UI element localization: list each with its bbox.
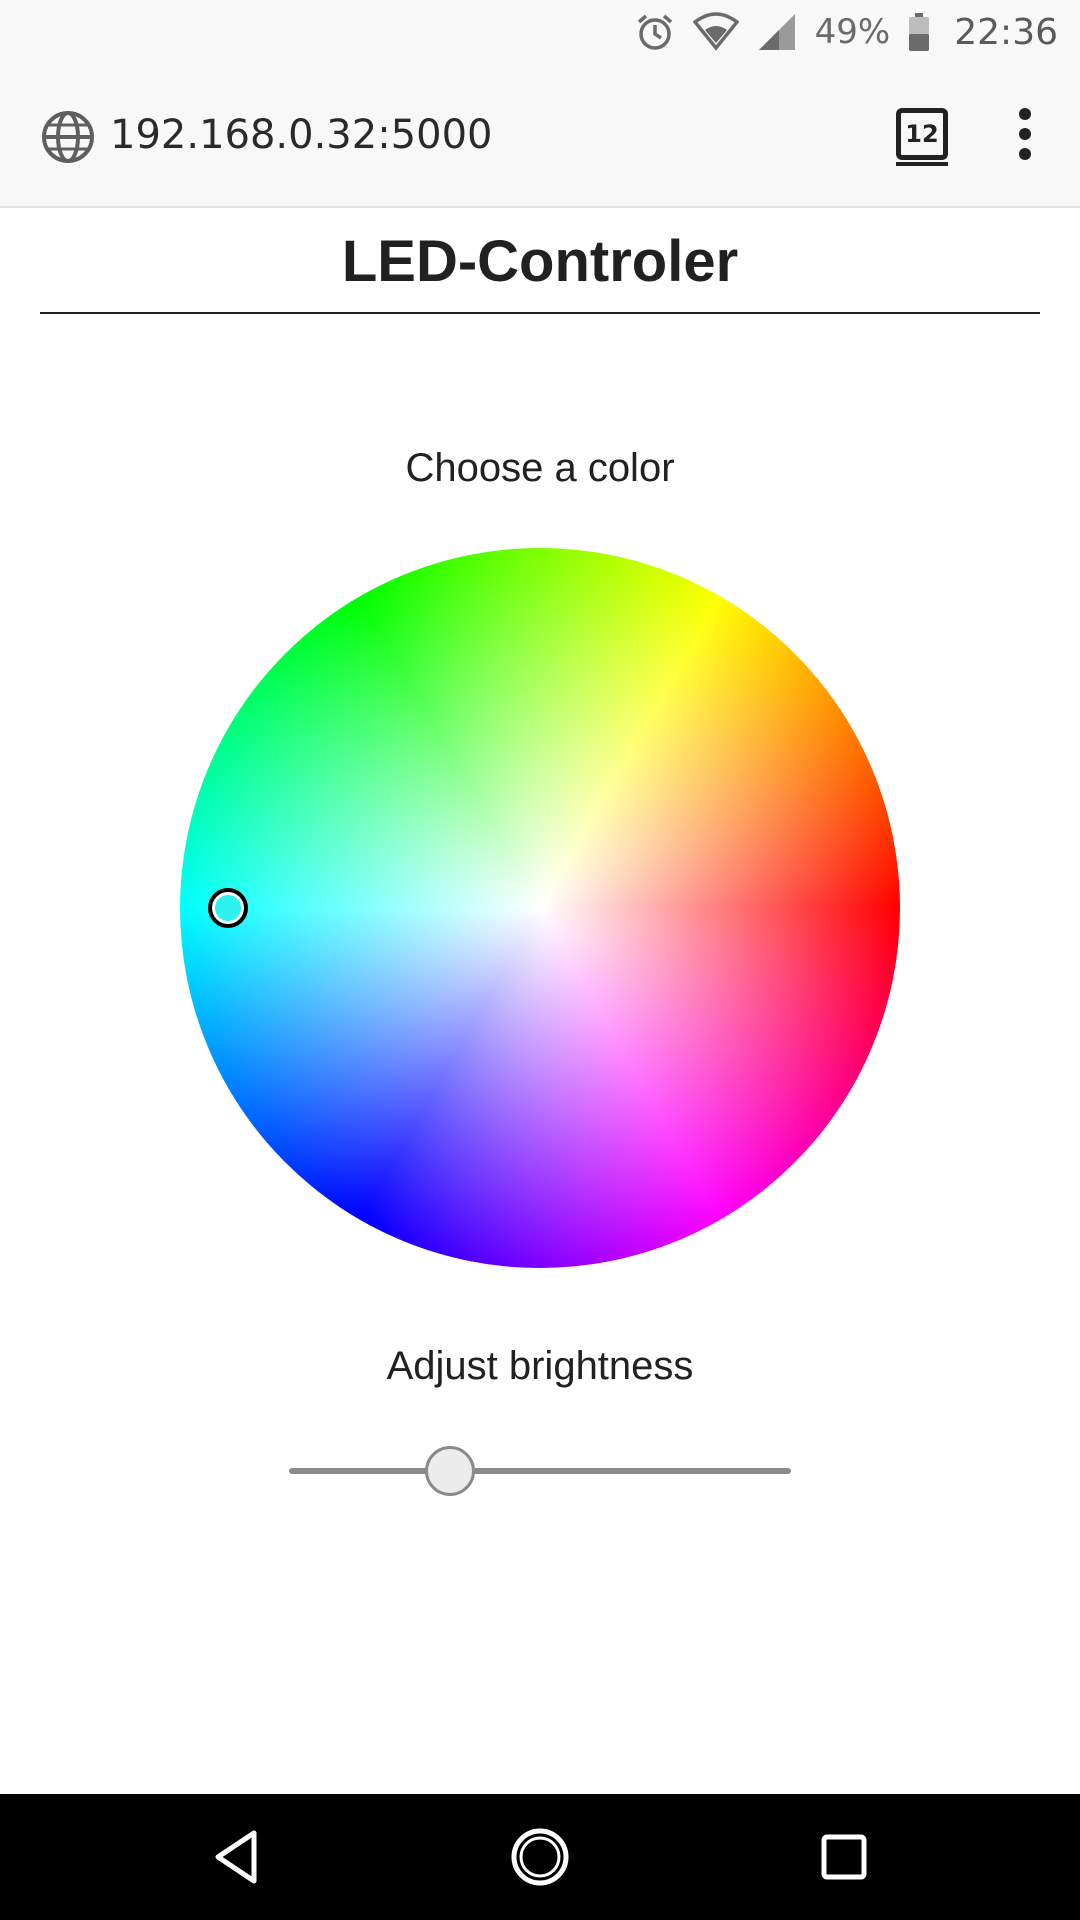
recents-icon[interactable] (814, 1827, 874, 1887)
slider-thumb[interactable] (424, 1446, 475, 1496)
color-picker-handle[interactable] (208, 888, 248, 928)
system-nav-bar (0, 1794, 1080, 1920)
color-wheel[interactable] (180, 548, 900, 1268)
title-divider (40, 312, 1040, 314)
slider-track[interactable] (289, 1468, 791, 1474)
wifi-icon (692, 12, 739, 52)
status-clock: 22:36 (954, 11, 1058, 53)
back-icon[interactable] (208, 1827, 268, 1887)
battery-percent: 49% (814, 12, 891, 52)
home-icon[interactable] (510, 1827, 570, 1887)
signal-icon (757, 12, 797, 52)
color-wheel-surface[interactable] (180, 548, 900, 1268)
battery-icon (908, 12, 930, 52)
url-bar[interactable]: 192.168.0.32:5000 (110, 112, 492, 158)
alarm-icon (635, 12, 675, 52)
color-label: Choose a color (405, 446, 675, 490)
page-title: LED-Controler (341, 229, 739, 294)
globe-icon[interactable] (40, 109, 96, 165)
brightness-label: Adjust brightness (386, 1344, 694, 1388)
browser-toolbar: 192.168.0.32:5000 12 (0, 64, 1080, 208)
more-vert-icon[interactable] (1010, 108, 1040, 164)
tab-count: 12 (905, 120, 939, 148)
status-bar: 49% 22:36 (0, 0, 1080, 64)
brightness-slider[interactable] (289, 1446, 791, 1496)
tabs-icon (896, 162, 948, 166)
tabs-button[interactable]: 12 (896, 108, 948, 160)
